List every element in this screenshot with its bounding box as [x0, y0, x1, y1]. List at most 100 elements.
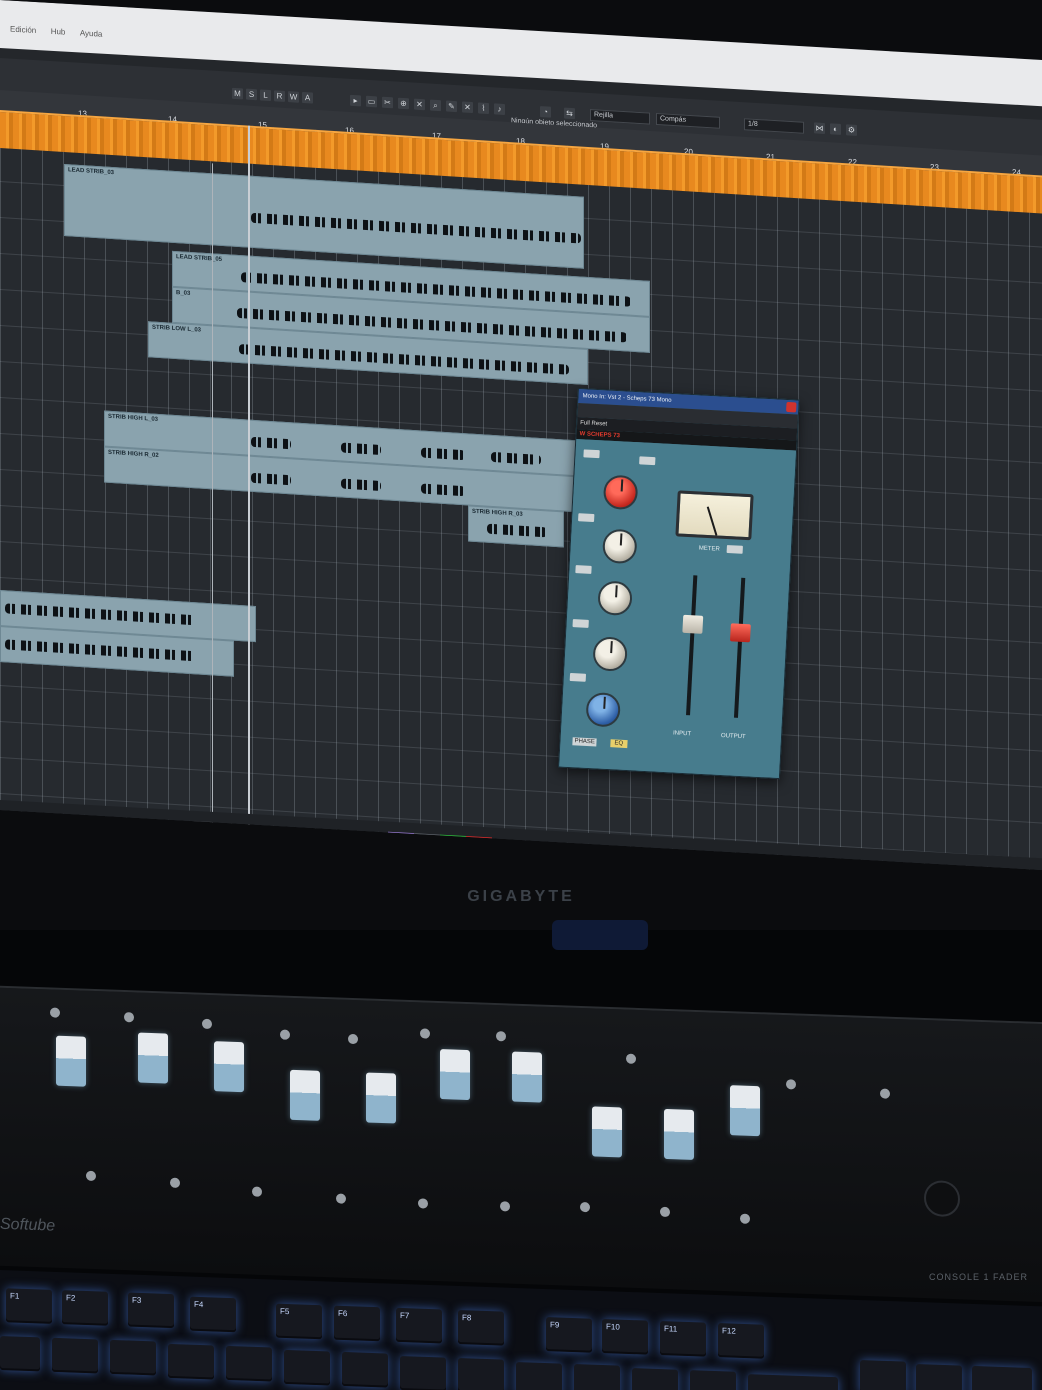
keyboard-key[interactable]: [168, 1343, 214, 1380]
button-led[interactable]: [496, 1031, 506, 1042]
hardware-fader[interactable]: [290, 1069, 320, 1121]
mode-toggle[interactable]: [583, 449, 600, 459]
menu-item-edit[interactable]: Edición: [10, 25, 36, 35]
hardware-fader[interactable]: [138, 1032, 168, 1084]
key-f9[interactable]: F9: [546, 1317, 592, 1353]
draw-tool-icon[interactable]: ✎: [446, 100, 457, 113]
button-led[interactable]: [50, 1007, 60, 1018]
key-f6[interactable]: F6: [334, 1305, 380, 1342]
mute-mode-button[interactable]: M: [232, 87, 243, 100]
arrange-view[interactable]: LEAD STRIB_03 LEAD STRIB_05 B_03 STRIB L…: [0, 110, 1042, 870]
zoom-tool-icon[interactable]: ⌕: [430, 99, 441, 112]
hardware-fader[interactable]: [730, 1085, 760, 1137]
keyboard-key[interactable]: [860, 1360, 906, 1390]
audio-clip[interactable]: STRIB HIGH R_03: [468, 505, 564, 548]
grid-type-select[interactable]: Compás: [656, 112, 720, 129]
gain-knob[interactable]: [602, 474, 639, 511]
close-icon[interactable]: [786, 401, 797, 413]
key-f12[interactable]: F12: [718, 1323, 764, 1359]
button-led[interactable]: [580, 1201, 590, 1213]
menu-item-hub[interactable]: Hub: [51, 27, 66, 37]
keyboard-key[interactable]: [226, 1345, 272, 1382]
app-icon[interactable]: [516, 848, 531, 862]
hardware-fader[interactable]: [56, 1035, 86, 1087]
low-shelf-knob[interactable]: [592, 636, 628, 672]
key-f8[interactable]: F8: [458, 1309, 504, 1346]
key-f5[interactable]: F5: [276, 1303, 322, 1340]
keyboard-key[interactable]: [574, 1364, 620, 1390]
band-toggle[interactable]: [569, 672, 587, 682]
output-fader[interactable]: [729, 623, 751, 643]
eq-button[interactable]: EQ: [610, 739, 628, 749]
hardware-fader[interactable]: [512, 1051, 542, 1103]
hardware-fader[interactable]: [366, 1072, 396, 1124]
button-led[interactable]: [280, 1029, 290, 1040]
key-f4[interactable]: F4: [190, 1296, 236, 1333]
pointer-tool-icon[interactable]: ▸: [350, 94, 361, 107]
settings-icon[interactable]: ⚙: [846, 124, 857, 136]
button-led[interactable]: [626, 1053, 636, 1064]
app-icon[interactable]: [573, 848, 588, 862]
listen-mode-button[interactable]: L: [260, 89, 271, 102]
key-f1[interactable]: F1: [6, 1288, 52, 1324]
split-tool-icon[interactable]: ✂: [382, 96, 393, 109]
button-led[interactable]: [786, 1079, 796, 1090]
quantize-select[interactable]: 1/8: [744, 118, 804, 134]
keyboard-key[interactable]: [458, 1357, 504, 1390]
button-led[interactable]: [124, 1012, 134, 1023]
plugin-window[interactable]: Mono In: Vst 2 - Scheps 73 Mono Full Res…: [558, 388, 800, 780]
button-led[interactable]: [336, 1193, 346, 1204]
mid-freq-knob[interactable]: [597, 580, 633, 617]
solo-mode-button[interactable]: S: [246, 88, 257, 101]
band-toggle[interactable]: [578, 513, 595, 523]
time-readout[interactable]: 0:00:37.572: [608, 847, 670, 866]
audition-tool-icon[interactable]: ♪: [494, 103, 505, 116]
key-f2[interactable]: F2: [62, 1290, 108, 1326]
range-tool-icon[interactable]: ▭: [366, 95, 377, 108]
app-icon[interactable]: [488, 848, 503, 862]
play-button[interactable]: [440, 834, 466, 857]
key-f10[interactable]: F10: [602, 1319, 648, 1355]
time-warp-tool-icon[interactable]: ⌇: [478, 102, 489, 115]
button-led[interactable]: [86, 1170, 96, 1182]
comment-icon[interactable]: ◔: [540, 106, 551, 118]
hardware-fader[interactable]: [664, 1108, 694, 1160]
menu-item-help[interactable]: Ayuda: [80, 28, 103, 38]
keyboard-key[interactable]: [690, 1370, 736, 1390]
snap-toggle-icon[interactable]: ⇆: [564, 107, 575, 120]
erase-tool-icon[interactable]: ✕: [414, 98, 425, 111]
color-icon[interactable]: ◐: [830, 123, 841, 135]
hardware-fader[interactable]: [592, 1106, 622, 1158]
app-icon[interactable]: [545, 848, 560, 862]
high-shelf-knob[interactable]: [601, 528, 638, 565]
metronome-icon[interactable]: [192, 820, 214, 842]
snap-icon[interactable]: ⋈: [814, 122, 825, 135]
button-led[interactable]: [880, 1088, 890, 1099]
app-icon[interactable]: [460, 848, 474, 862]
position-readout[interactable]: 14. 4. 3.111: [520, 843, 582, 861]
phase-button[interactable]: PHASE: [572, 737, 598, 747]
button-led[interactable]: [500, 1201, 510, 1212]
hardware-fader[interactable]: [214, 1041, 244, 1093]
loop-button[interactable]: [388, 831, 414, 854]
hpf-knob[interactable]: [585, 691, 622, 728]
automation-mode-button[interactable]: A: [302, 91, 313, 104]
keyboard-key[interactable]: [52, 1337, 98, 1374]
hardware-fader[interactable]: [440, 1049, 470, 1101]
keyboard-key[interactable]: [972, 1365, 1032, 1390]
button-led[interactable]: [740, 1213, 750, 1224]
zoom-slider[interactable]: [222, 830, 382, 844]
button-led[interactable]: [418, 1198, 428, 1209]
tempo-readout[interactable]: 85.000: [686, 852, 734, 870]
band-toggle[interactable]: [575, 565, 592, 574]
keyboard-key[interactable]: [0, 1336, 40, 1372]
record-button[interactable]: [466, 836, 492, 858]
read-mode-button[interactable]: R: [274, 90, 285, 102]
keyboard-key[interactable]: [342, 1351, 388, 1388]
keyboard-key[interactable]: [110, 1339, 156, 1376]
stop-button[interactable]: [414, 833, 440, 855]
jog-wheel[interactable]: [924, 1179, 960, 1218]
write-mode-button[interactable]: W: [288, 91, 299, 103]
meter-switch[interactable]: [726, 545, 743, 554]
button-led[interactable]: [420, 1028, 430, 1039]
